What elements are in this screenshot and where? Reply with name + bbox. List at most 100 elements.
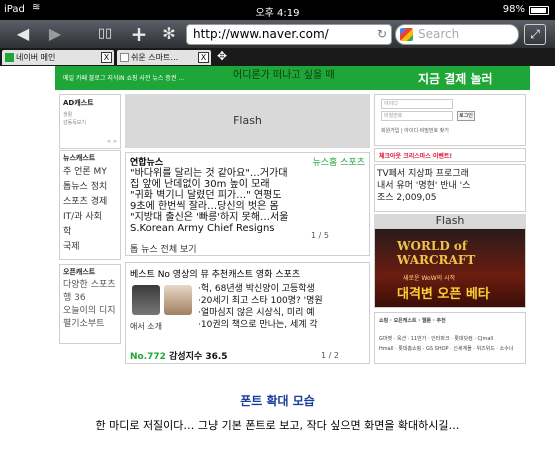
best-line[interactable]: ·헉, 68년생 박신양이 고등학생 (198, 283, 315, 295)
best-line[interactable]: ·10권의 책으로 만나는, 세계 각 (198, 319, 318, 331)
login-box: 아이디 비밀번호 로그인 회원가입 | 아이디·비밀번호 찾기 (374, 94, 526, 146)
open-cast-row[interactable]: 다양한 스포츠 (63, 279, 121, 292)
tab-close-icon[interactable]: X (101, 52, 112, 63)
id-input[interactable]: 아이디 (381, 99, 453, 109)
tv-box: TV페서 지상파 프로그래 내서 유머 '명현' 반내 '스 조스 2,009,… (374, 164, 526, 212)
wow-title: 대격변 오픈 베타 (397, 287, 490, 302)
naver-header: 메일 카페 블로그 지식iN 쇼핑 사전 뉴스 증권 … 어디론가 떠나고 싶을… (55, 66, 530, 90)
event-banner-text: 체크아웃 크리스마스 이벤트! (379, 153, 453, 160)
search-placeholder: Search (418, 27, 460, 41)
best-center-box: 베스트 No 영상의 뮤 추천캐스트 영화 스포츠 ·헉, 68년생 박신양이 … (125, 262, 370, 364)
news-tabs[interactable]: 뉴스홈 스포츠 (312, 155, 365, 168)
ad-cast-line[interactable]: 생활 (63, 111, 72, 118)
new-tab-icon[interactable]: ✥ (217, 49, 227, 63)
google-icon (400, 28, 413, 41)
reload-icon[interactable]: ↻ (377, 25, 387, 44)
add-icon[interactable]: + (128, 23, 150, 45)
flash-placeholder-right[interactable]: Flash (374, 214, 526, 228)
browser-toolbar: ◀ ▶ ▯▯ + ✻ http://www.naver.com/ ↻ Searc… (0, 20, 555, 48)
best-caption: 애서 소개 (130, 322, 162, 331)
best-line[interactable]: ·얼마심지 않은 시상식, 미리 예 (198, 307, 315, 319)
headline[interactable]: 집 앞에 난데없이 30m 높이 모래 (130, 179, 270, 190)
thumbnail-image[interactable] (132, 285, 160, 315)
fullscreen-icon[interactable]: ⤢ (524, 24, 546, 45)
ad-cast-pager[interactable]: < > (107, 139, 117, 145)
tv-line[interactable]: 내서 유머 '명현' 반내 '스 (377, 181, 470, 191)
shopping-box: 쇼핑 · 오픈캐스트 · 웹툰 · 추천 G마켓 · 옥션 · 11번가 · 인… (374, 312, 526, 364)
caption-text: 한 마디로 저질이다… 그냥 기본 폰트로 보고, 작다 싶으면 화면을 확대하… (95, 419, 460, 432)
ad-cast-line[interactable]: 감동독보기 (63, 119, 86, 126)
battery-icon (529, 6, 549, 15)
news-cast-list: 주 언론 MY 톱뉴스 정치 스포츠 경제 IT/과 사회 학 국제 (63, 165, 121, 255)
url-field[interactable]: http://www.naver.com/ ↻ (186, 24, 392, 45)
naver-promo[interactable]: 지금 결제 놀러 (418, 70, 493, 87)
tv-line[interactable]: 조스 2,009,05 (377, 193, 437, 203)
best-tabs[interactable]: 베스트 No 영상의 뮤 추천캐스트 영화 스포츠 (130, 267, 366, 280)
shop-tabs[interactable]: 쇼핑 · 오픈캐스트 · 웹툰 · 추천 (379, 317, 446, 324)
naver-search-line[interactable]: 어디론가 떠나고 싶을 때 (233, 66, 335, 81)
best-pager[interactable]: 1 / 2 (321, 351, 339, 360)
event-banner[interactable]: 체크아웃 크리스마스 이벤트! (374, 148, 526, 162)
search-field[interactable]: Search (395, 24, 519, 45)
headline[interactable]: S.Korean Army Chief Resigns (130, 223, 275, 234)
news-tab-label: 연합뉴스 (130, 158, 164, 168)
tab-label: 쉬운 스마트… (131, 53, 179, 62)
news-cast-title: 뉴스캐스트 (63, 154, 96, 162)
news-pager[interactable]: 1 / 5 (311, 231, 329, 240)
tab-naver[interactable]: 네이버 메인 X (2, 50, 114, 65)
open-cast-row[interactable]: 오늘이의 디지 (63, 305, 121, 318)
open-cast-row[interactable]: 펼기소부트 (63, 318, 121, 331)
open-cast-left: 오픈캐스트 다양한 스포츠 행 36 오늘이의 디지 펼기소부트 (59, 264, 121, 344)
news-cast-row[interactable]: 국제 (63, 240, 121, 255)
wow-banner[interactable]: WORLD of WARCRAFT 새로운 WoW의 시작 대격변 오픈 베타 (374, 228, 526, 308)
bookmarks-icon[interactable]: ▯▯ (92, 23, 118, 45)
open-cast-row[interactable]: 행 36 (63, 292, 121, 305)
password-input[interactable]: 비밀번호 (381, 111, 453, 121)
thumbnail-image[interactable] (164, 285, 192, 315)
news-all-link[interactable]: 톱 뉴스 전체 보기 (130, 242, 197, 255)
login-links[interactable]: 회원가입 | 아이디·비밀번호 찾기 (381, 127, 449, 134)
best-footer: No.772 감성지수 36.5 (130, 349, 228, 362)
best-line[interactable]: ·20세기 최고 스타 100명? '명원 (198, 295, 323, 307)
wow-logo: WORLD of WARCRAFT (397, 239, 476, 267)
open-cast-list: 다양한 스포츠 행 36 오늘이의 디지 펼기소부트 (63, 279, 121, 331)
page-favicon-icon (120, 53, 129, 62)
best-index: 감성지수 36.5 (169, 352, 228, 362)
ad-cast-title: AD캐스트 (63, 99, 94, 107)
wow-subtitle: 새로운 WoW의 시작 (403, 275, 456, 282)
news-cast-row[interactable]: IT/과 사회 (63, 210, 121, 225)
forward-icon[interactable]: ▶ (44, 23, 66, 45)
headline[interactable]: "지방대 출신은 '빠릉'하지 못해…서울 (130, 212, 288, 223)
url-text: http://www.naver.com/ (193, 27, 329, 41)
news-center-box: 연합뉴스 뉴스홈 스포츠 "바다위를 달리는 것 같아요"…거가대 집 앞에 난… (125, 152, 370, 256)
ad-cast-box: AD캐스트 생활 감동독보기 < > (59, 94, 121, 149)
news-cast-row[interactable]: 톱뉴스 정치 (63, 180, 121, 195)
caption-title: 폰트 확대 모습 (240, 394, 315, 408)
news-cast-row[interactable]: 스포츠 경제 (63, 195, 121, 210)
news-cast-row[interactable]: 주 언론 MY (63, 165, 121, 180)
flash-placeholder[interactable]: Flash (125, 94, 370, 148)
settings-icon[interactable]: ✻ (158, 23, 180, 45)
web-page: 메일 카페 블로그 지식iN 쇼핑 사전 뉴스 증권 … 어디론가 떠나고 싶을… (55, 66, 530, 366)
status-bar: iPad ≋ 오후 4:19 98% (0, 0, 555, 20)
headline[interactable]: "귀화 벽기니 달렸던 피가…" 연평도 (130, 190, 282, 201)
tv-line[interactable]: TV페서 지상파 프로그래 (377, 169, 469, 179)
tab-smart[interactable]: 쉬운 스마트… X (117, 50, 211, 65)
best-count: No.772 (130, 352, 166, 362)
headline[interactable]: 9초에 한번씩 잘라…당신의 벗은 몸 (130, 201, 279, 212)
news-cast-left: 뉴스캐스트 주 언론 MY 톱뉴스 정치 스포츠 경제 IT/과 사회 학 국제 (59, 150, 121, 260)
tab-close-icon[interactable]: X (198, 52, 209, 63)
naver-favicon-icon (5, 53, 14, 62)
open-cast-title: 오픈캐스트 (63, 268, 96, 276)
login-button[interactable]: 로그인 (457, 111, 475, 121)
tab-bar: 네이버 메인 X 쉬운 스마트… X ✥ (0, 48, 555, 66)
battery-percent: 98% (502, 4, 525, 15)
naver-menu[interactable]: 메일 카페 블로그 지식iN 쇼핑 사전 뉴스 증권 … (63, 73, 184, 82)
news-cast-row[interactable]: 학 (63, 225, 121, 240)
headline[interactable]: "바다위를 달리는 것 같아요"…거가대 (130, 168, 288, 179)
shop-line[interactable]: G마켓 · 옥션 · 11번가 · 인터파크 · 롯데닷컴 · CJmall (379, 335, 493, 342)
tab-label: 네이버 메인 (16, 53, 56, 62)
shop-line[interactable]: Hmall · 롯데홈쇼핑 · GS SHOP · 신세계몰 · 위즈위드 · … (379, 345, 513, 352)
back-icon[interactable]: ◀ (12, 23, 34, 45)
status-time: 오후 4:19 (255, 8, 300, 19)
